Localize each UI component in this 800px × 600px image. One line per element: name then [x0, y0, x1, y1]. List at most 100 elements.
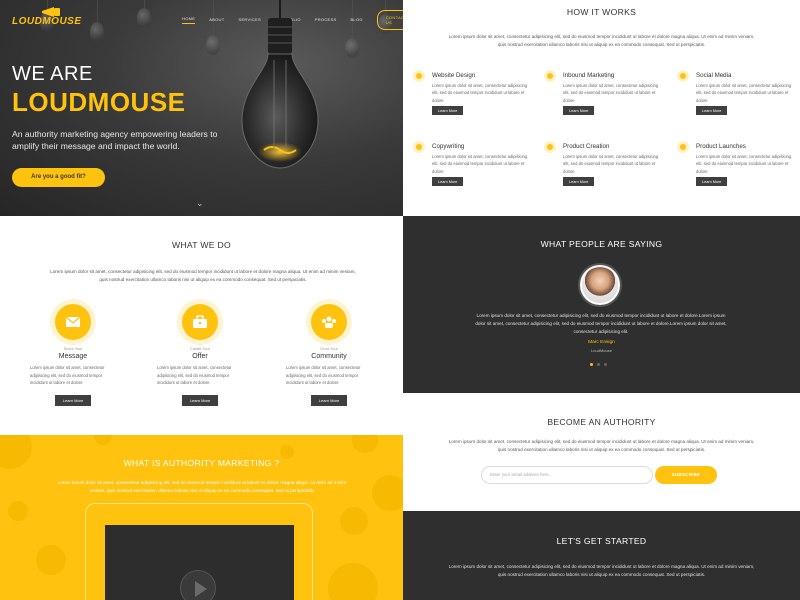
feature-name: Message [58, 353, 88, 360]
carousel-dots [590, 363, 611, 366]
right-column: HOW IT WORKS Lorem ipsum dolor sit amet,… [403, 0, 800, 600]
section-intro: Lorem ipsum dolor sit amet, consectetur … [448, 34, 755, 47]
service-title: Social Media [696, 72, 732, 79]
feature-community: Grow Your Community Lorem ipsum dolor si… [284, 304, 374, 407]
section-title: WHAT PEOPLE ARE SAYING [540, 239, 663, 249]
community-icon [322, 316, 336, 328]
decorative-dot [8, 501, 28, 521]
feature-icon-circle [311, 304, 347, 340]
background-bulb-icon [206, 35, 220, 55]
learn-more-button[interactable]: Learn More [563, 177, 595, 186]
service-title: Copywriting [432, 143, 465, 150]
briefcase-icon [193, 315, 207, 328]
background-bulb-icon [137, 8, 151, 28]
testimonial-name: Marc Ensign [588, 340, 615, 345]
nav-about[interactable]: ABOUT [209, 17, 224, 24]
logo[interactable]: LOUDMOUSE [12, 6, 82, 34]
section-intro: Lorem ipsum dolor sit amet, consectetur … [448, 564, 755, 577]
section-intro: Lorem ipsum dolor sit amet, consectetur … [448, 439, 755, 452]
contact-us-button[interactable]: CONTACT US [376, 10, 403, 30]
pencil-icon [413, 70, 425, 82]
testimonial-company: LoudMouse [591, 348, 612, 353]
service-description: Lorem ipsum dolor sit amet, consectetur … [696, 154, 792, 174]
how-it-works-section: HOW IT WORKS Lorem ipsum dolor sit amet,… [403, 0, 800, 216]
service-title: Product Creation [563, 143, 610, 150]
feature-small-label: Grow Your [320, 347, 338, 351]
decorative-dot [372, 475, 403, 511]
feature-description: Lorem ipsum dolor sit amet, consectetur … [286, 365, 361, 385]
logo-text: LOUDMOUSE [12, 16, 82, 27]
carousel-dot[interactable] [590, 363, 593, 366]
testimonial-quote: Lorem ipsum dolor sit amet, consectetur … [475, 313, 727, 334]
chevron-down-icon[interactable]: ⌄ [196, 199, 204, 208]
section-title: HOW IT WORKS [566, 7, 637, 17]
what-we-do-section: WHAT WE DO Lorem ipsum dolor sit amet, c… [0, 216, 403, 435]
feature-icon-circle [182, 304, 218, 340]
section-intro: Lorem ipsum dolor sit amet, consectetur … [50, 269, 356, 282]
left-column: LOUDMOUSE HOME ABOUT SERVICES PORTFOLIO … [0, 0, 403, 600]
decorative-dot [352, 435, 378, 453]
service-description: Lorem ipsum dolor sit amet, consectetur … [432, 154, 528, 174]
feature-description: Lorem ipsum dolor sit amet, consectetur … [30, 365, 105, 385]
decorative-dot [280, 445, 294, 459]
envelope-icon [65, 316, 81, 327]
feature-description: Lorem ipsum dolor sit amet, consectetur … [157, 365, 232, 385]
learn-more-button[interactable]: Learn More [54, 394, 92, 406]
background-cord [144, 0, 145, 8]
feature-message: Share Your Message Lorem ipsum dolor sit… [28, 304, 118, 407]
learn-more-button[interactable]: Learn More [696, 177, 728, 186]
feature-small-label: Share Your [63, 347, 83, 351]
service-title: Product Launches [696, 143, 746, 150]
decorative-dot [94, 435, 112, 445]
document-icon [413, 141, 425, 153]
decorative-dot [36, 545, 66, 575]
rocket-icon [677, 141, 689, 153]
background-cord [97, 0, 98, 22]
hero-brand: LOUDMOUSE [12, 87, 186, 117]
service-description: Lorem ipsum dolor sit amet, consectetur … [563, 154, 659, 174]
carousel-dot[interactable] [597, 363, 600, 366]
subscribe-button[interactable]: SUBSCRIBE [655, 466, 717, 484]
good-fit-button[interactable]: Are you a good fit? [12, 168, 105, 187]
nav-blog[interactable]: BLOG [350, 17, 362, 24]
hero-we-are: WE ARE [12, 63, 93, 85]
feature-offer: Create Your Offer Lorem ipsum dolor sit … [155, 304, 245, 407]
section-title: WHAT WE DO [171, 240, 231, 250]
learn-more-button[interactable]: Learn More [310, 394, 348, 406]
feature-icon-circle [55, 304, 91, 340]
play-button[interactable] [180, 570, 216, 600]
section-intro: Lorem ipsum dolor sit amet, consectetur … [57, 480, 347, 493]
lightbulb-icon [241, 0, 319, 169]
feature-name: Community [311, 353, 347, 360]
learn-more-button[interactable]: Learn More [563, 106, 595, 115]
learn-more-button[interactable]: Learn More [432, 106, 464, 115]
carousel-dot[interactable] [604, 363, 607, 366]
service-title: Website Design [432, 72, 476, 79]
fire-icon [544, 141, 556, 153]
decorative-dot [328, 563, 378, 600]
section-title: LET'S GET STARTED [556, 536, 647, 546]
become-authority-section: BECOME AN AUTHORITY Lorem ipsum dolor si… [403, 393, 800, 511]
email-field[interactable]: Enter your email address here... [481, 466, 653, 484]
avatar [580, 265, 620, 305]
play-icon [195, 581, 207, 597]
learn-more-button[interactable]: Learn More [432, 177, 464, 186]
section-title: WHAT IS AUTHORITY MARKETING ? [123, 458, 280, 468]
hero-tagline: An authority marketing agency empowering… [12, 129, 218, 151]
service-description: Lorem ipsum dolor sit amet, consectetur … [563, 83, 659, 103]
nav-home[interactable]: HOME [182, 16, 196, 24]
feature-small-label: Create Your [189, 347, 211, 351]
get-started-section: LET'S GET STARTED Lorem ipsum dolor sit … [403, 511, 800, 600]
hero-section: LOUDMOUSE HOME ABOUT SERVICES PORTFOLIO … [0, 0, 403, 216]
learn-more-button[interactable]: Learn More [696, 106, 728, 115]
service-description: Lorem ipsum dolor sit amet, consectetur … [696, 83, 792, 103]
page: LOUDMOUSE HOME ABOUT SERVICES PORTFOLIO … [0, 0, 800, 600]
decorative-dot [340, 507, 368, 535]
service-title: Inbound Marketing [563, 72, 615, 79]
learn-more-button[interactable]: Learn More [181, 394, 219, 406]
section-title: BECOME AN AUTHORITY [547, 417, 656, 427]
service-description: Lorem ipsum dolor sit amet, consectetur … [432, 83, 528, 103]
background-bulb-icon [345, 38, 359, 58]
feature-name: Offer [192, 353, 208, 360]
magnet-icon [544, 70, 556, 82]
